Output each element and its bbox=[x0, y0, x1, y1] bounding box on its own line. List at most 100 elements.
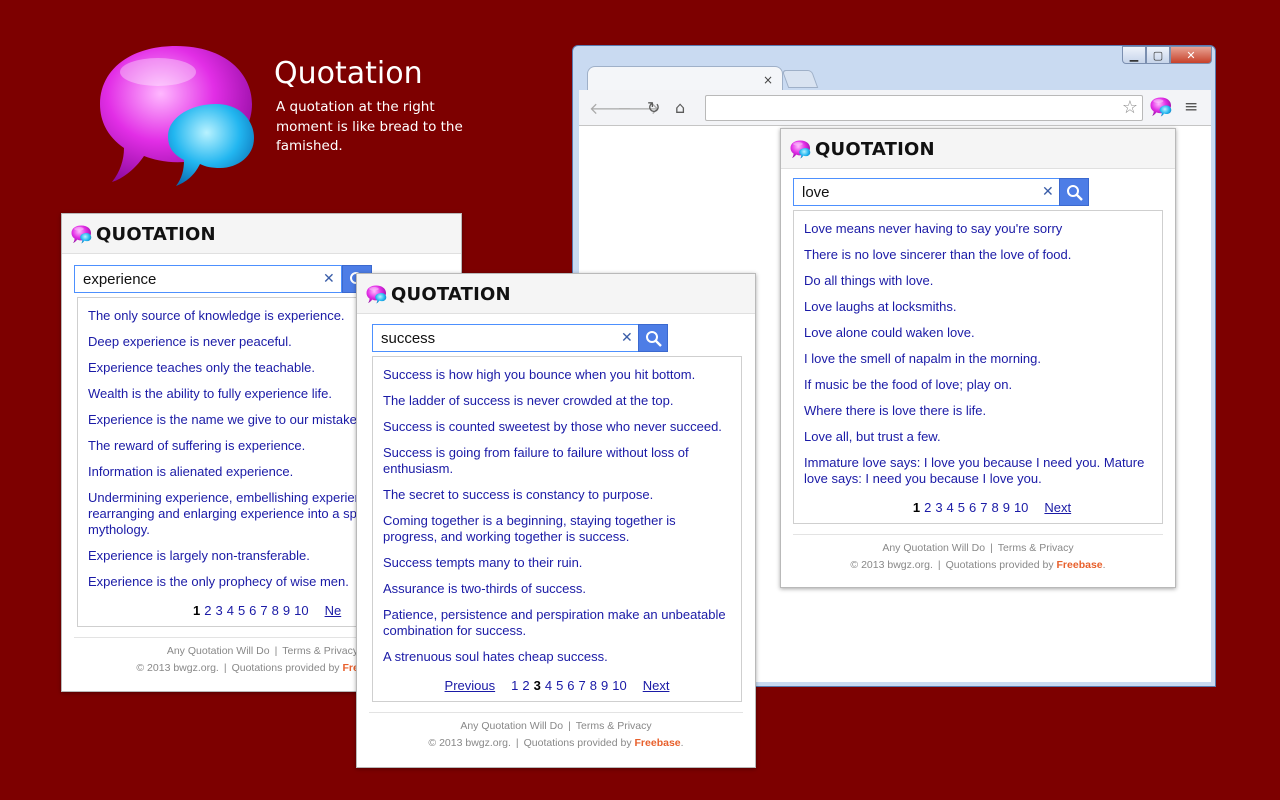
quote-link[interactable]: Coming together is a beginning, staying … bbox=[383, 513, 731, 545]
page-4[interactable]: 4 bbox=[947, 500, 954, 515]
quote-link[interactable]: The ladder of success is never crowded a… bbox=[383, 393, 731, 409]
search-row: ✕ bbox=[793, 178, 1090, 206]
page-1[interactable]: 1 bbox=[511, 678, 518, 693]
quote-link[interactable]: Do all things with love. bbox=[804, 273, 1152, 289]
quotation-logo-icon bbox=[366, 285, 387, 304]
browser-toolbar: 🡐 🡒 ↻ ⌂ ☆ ≡ bbox=[579, 90, 1211, 126]
freebase-logo[interactable]: Freebase bbox=[1057, 559, 1103, 571]
footer-period: . bbox=[680, 737, 684, 749]
quote-link[interactable]: Patience, persistence and perspiration m… bbox=[383, 607, 731, 639]
search-input[interactable] bbox=[74, 265, 342, 293]
page-9[interactable]: 9 bbox=[1003, 500, 1010, 515]
page-9[interactable]: 9 bbox=[283, 603, 290, 618]
quote-link[interactable]: Love alone could waken love. bbox=[804, 325, 1152, 341]
quote-link[interactable]: Love means never having to say you're so… bbox=[804, 221, 1152, 237]
page-5[interactable]: 5 bbox=[556, 678, 563, 693]
page-2[interactable]: 2 bbox=[522, 678, 529, 693]
quote-link[interactable]: Love all, but trust a few. bbox=[804, 429, 1152, 445]
next-link[interactable]: Next bbox=[1044, 500, 1071, 515]
quote-link[interactable]: Success tempts many to their ruin. bbox=[383, 555, 731, 571]
reload-icon[interactable]: ↻ bbox=[647, 98, 660, 117]
new-tab-button[interactable] bbox=[781, 70, 819, 88]
page-6[interactable]: 6 bbox=[567, 678, 574, 693]
close-window-button[interactable]: ✕ bbox=[1170, 46, 1212, 64]
address-bar[interactable]: ☆ bbox=[705, 95, 1143, 121]
page-8[interactable]: 8 bbox=[272, 603, 279, 618]
bookmark-star-icon[interactable]: ☆ bbox=[1122, 97, 1138, 118]
quote-link[interactable]: Immature love says: I love you because I… bbox=[804, 455, 1152, 487]
clear-search-icon[interactable]: ✕ bbox=[323, 271, 335, 287]
maximize-button[interactable]: ▢ bbox=[1146, 46, 1170, 64]
next-link[interactable]: Next bbox=[643, 678, 670, 693]
page-7[interactable]: 7 bbox=[980, 500, 987, 515]
page-4[interactable]: 4 bbox=[227, 603, 234, 618]
search-button[interactable] bbox=[638, 324, 668, 352]
quotation-extension-icon[interactable] bbox=[1150, 97, 1172, 117]
copyright: © 2013 bwgz.org. bbox=[428, 737, 511, 749]
quote-link[interactable]: There is no love sincerer than the love … bbox=[804, 247, 1152, 263]
minimize-button[interactable]: ▁ bbox=[1122, 46, 1146, 64]
quote-link[interactable]: Love laughs at locksmiths. bbox=[804, 299, 1152, 315]
page-3[interactable]: 3 bbox=[935, 500, 942, 515]
search-icon bbox=[646, 331, 662, 347]
quote-link[interactable]: Assurance is two-thirds of success. bbox=[383, 581, 731, 597]
copyright: © 2013 bwgz.org. bbox=[136, 662, 219, 674]
page-3[interactable]: 3 bbox=[215, 603, 222, 618]
footer-period: . bbox=[1102, 559, 1106, 571]
page-10[interactable]: 10 bbox=[1014, 500, 1028, 515]
page-2[interactable]: 2 bbox=[204, 603, 211, 618]
quote-link[interactable]: I love the smell of napalm in the mornin… bbox=[804, 351, 1152, 367]
page-1[interactable]: 1 bbox=[193, 603, 200, 618]
provided-by: Quotations provided by bbox=[523, 737, 632, 749]
results-list: Love means never having to say you're so… bbox=[793, 210, 1163, 524]
provided-by: Quotations provided by bbox=[945, 559, 1054, 571]
search-row: ✕ bbox=[372, 324, 669, 352]
quotation-logo-icon bbox=[98, 42, 258, 190]
page-10[interactable]: 10 bbox=[612, 678, 626, 693]
page-1[interactable]: 1 bbox=[913, 500, 920, 515]
page-10[interactable]: 10 bbox=[294, 603, 308, 618]
page-9[interactable]: 9 bbox=[601, 678, 608, 693]
page-6[interactable]: 6 bbox=[249, 603, 256, 618]
search-button[interactable] bbox=[1059, 178, 1089, 206]
search-input[interactable] bbox=[793, 178, 1060, 206]
clear-search-icon[interactable]: ✕ bbox=[621, 330, 633, 346]
quotation-logo-icon bbox=[790, 140, 811, 159]
quote-link[interactable]: Where there is love there is life. bbox=[804, 403, 1152, 419]
quote-link[interactable]: Success is going from failure to failure… bbox=[383, 445, 731, 477]
page-5[interactable]: 5 bbox=[958, 500, 965, 515]
home-icon[interactable]: ⌂ bbox=[675, 98, 685, 117]
page-7[interactable]: 7 bbox=[579, 678, 586, 693]
page-5[interactable]: 5 bbox=[238, 603, 245, 618]
clear-search-icon[interactable]: ✕ bbox=[1042, 184, 1054, 200]
page-8[interactable]: 8 bbox=[991, 500, 998, 515]
quote-link[interactable]: Success is how high you bounce when you … bbox=[383, 367, 731, 383]
tab-close-icon[interactable]: × bbox=[763, 73, 773, 87]
page-6[interactable]: 6 bbox=[969, 500, 976, 515]
menu-icon[interactable]: ≡ bbox=[1184, 97, 1198, 117]
search-input[interactable] bbox=[372, 324, 639, 352]
terms-link[interactable]: Terms & Privacy bbox=[998, 542, 1074, 554]
page-7[interactable]: 7 bbox=[260, 603, 267, 618]
quotation-popup-success: QUOTATION ✕ Success is how high you boun… bbox=[356, 273, 756, 768]
page-3[interactable]: 3 bbox=[534, 678, 541, 693]
page-4[interactable]: 4 bbox=[545, 678, 552, 693]
page-8[interactable]: 8 bbox=[590, 678, 597, 693]
terms-link[interactable]: Terms & Privacy bbox=[576, 720, 652, 732]
freebase-logo[interactable]: Freebase bbox=[635, 737, 681, 749]
terms-link[interactable]: Terms & Privacy bbox=[282, 645, 358, 657]
quotation-logo-icon bbox=[71, 225, 92, 244]
next-link[interactable]: Ne bbox=[325, 603, 342, 618]
popup-footer: Any Quotation Will Do | Terms & Privacy © … bbox=[369, 712, 743, 752]
hero-title: Quotation bbox=[274, 56, 423, 91]
quote-link[interactable]: If music be the food of love; play on. bbox=[804, 377, 1152, 393]
page-2[interactable]: 2 bbox=[924, 500, 931, 515]
quote-link[interactable]: The secret to success is constancy to pu… bbox=[383, 487, 731, 503]
quote-link[interactable]: A strenuous soul hates cheap success. bbox=[383, 649, 731, 665]
quote-link[interactable]: Undermining experience, embellishing exp… bbox=[88, 490, 368, 538]
popup-footer: Any Quotation Will Do | Terms & Privacy © … bbox=[793, 534, 1163, 574]
quote-link[interactable]: Success is counted sweetest by those who… bbox=[383, 419, 731, 435]
provided-by: Quotations provided by bbox=[231, 662, 340, 674]
popup-header: QUOTATION bbox=[781, 129, 1175, 169]
previous-link[interactable]: Previous bbox=[445, 678, 496, 693]
